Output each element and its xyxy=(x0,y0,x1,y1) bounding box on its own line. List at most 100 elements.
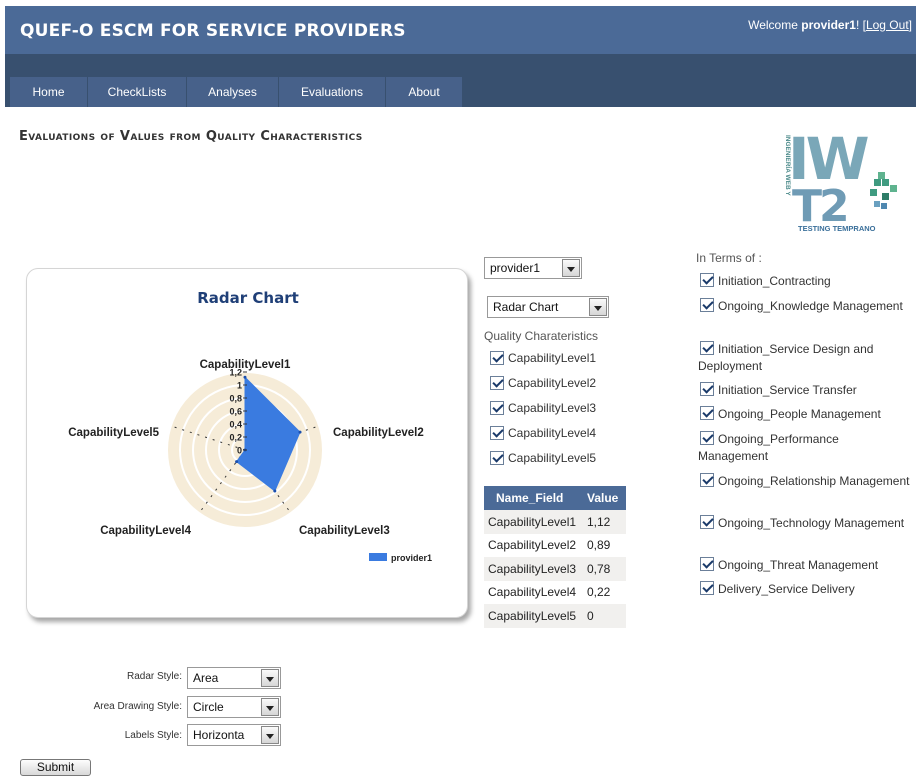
area-drawing-style-label: Area Drawing Style: xyxy=(93,701,182,712)
checkbox[interactable] xyxy=(700,431,714,445)
radar-axis-label: CapabilityLevel1 xyxy=(200,359,291,371)
logo-bottom-text: TESTING TEMPRANO xyxy=(798,224,876,233)
checkbox[interactable] xyxy=(490,451,504,465)
terms-checkbox-label: Delivery_Service Delivery xyxy=(718,582,855,596)
terms-checkbox-row[interactable]: Delivery_Service Delivery xyxy=(698,581,910,598)
labels-style-select[interactable]: Horizonta xyxy=(187,724,281,746)
quality-checkbox-row[interactable]: CapabilityLevel1 xyxy=(490,351,596,365)
terms-checkbox-label: Ongoing_Threat Management xyxy=(718,558,879,572)
checkbox[interactable] xyxy=(490,376,504,390)
checkbox[interactable] xyxy=(490,426,504,440)
table-cell: CapabilityLevel4 xyxy=(488,585,577,600)
terms-checkbox-row[interactable]: Ongoing_Technology Management xyxy=(698,515,910,532)
nav-item-checklists[interactable]: CheckLists xyxy=(88,77,187,107)
chart-type-select[interactable]: Radar Chart xyxy=(487,296,609,318)
radar-tick-label: 0,4 xyxy=(229,420,242,430)
checkbox[interactable] xyxy=(700,515,714,529)
radar-tick-label: 0 xyxy=(237,446,242,456)
radar-style-select[interactable]: Area xyxy=(187,667,281,689)
column-header: Name_Field xyxy=(496,491,564,505)
terms-checkbox-row[interactable]: Initiation_Service Design and Deployment xyxy=(698,341,910,375)
checkbox[interactable] xyxy=(490,351,504,365)
checkbox[interactable] xyxy=(700,298,714,312)
radar-data-point xyxy=(243,375,247,379)
radar-chart-panel: Radar Chart 0 0,2 0,4 0,6 0,8 1 1,2 Capability… xyxy=(26,268,468,618)
iwt2-logo: INGENIERÍA WEB Y IW T2 TESTING TEMPRANO xyxy=(784,127,897,233)
username: provider1 xyxy=(801,18,856,32)
checkbox[interactable] xyxy=(490,401,504,415)
terms-checkbox-row[interactable]: Initiation_Contracting xyxy=(700,273,912,290)
nav-item-evaluations[interactable]: Evaluations xyxy=(279,77,386,107)
terms-checkbox-row[interactable]: Ongoing_People Management xyxy=(698,406,910,423)
chevron-down-icon xyxy=(261,726,279,744)
table-row: CapabilityLevel3 0,78 xyxy=(484,557,626,581)
terms-checkbox-row[interactable]: Initiation_Service Transfer xyxy=(698,382,910,399)
quality-checkbox-label: CapabilityLevel4 xyxy=(508,426,597,440)
chevron-down-icon xyxy=(562,259,580,277)
terms-checkbox-label: Ongoing_People Management xyxy=(718,407,881,421)
radar-data-point xyxy=(273,489,277,493)
provider-select[interactable]: provider1 xyxy=(484,257,582,279)
checkbox[interactable] xyxy=(700,557,714,571)
values-table: Name_Field Value CapabilityLevel1 1,12 Ca… xyxy=(484,486,626,628)
table-cell: CapabilityLevel5 xyxy=(488,608,577,623)
terms-checkbox-row[interactable]: Ongoing_Relationship Management xyxy=(698,473,910,490)
table-cell: CapabilityLevel3 xyxy=(488,561,577,576)
welcome-prefix: Welcome xyxy=(748,18,802,32)
table-cell: 0,89 xyxy=(587,538,611,553)
quality-checkbox-row[interactable]: CapabilityLevel2 xyxy=(490,376,596,390)
chart-type-select-value: Radar Chart xyxy=(493,300,559,314)
radar-style-label: Radar Style: xyxy=(126,671,182,682)
terms-checkbox-label: Ongoing_Technology Management xyxy=(718,516,905,530)
quality-checkbox-row[interactable]: CapabilityLevel4 xyxy=(490,426,596,440)
page-title: Evaluations of Values from Quality Chara… xyxy=(19,129,363,144)
checkbox[interactable] xyxy=(700,273,714,287)
chevron-down-icon xyxy=(261,669,279,687)
terms-checkbox-label: Initiation_Contracting xyxy=(718,274,831,288)
radar-tick-label: 1 xyxy=(237,381,242,391)
logout-link[interactable]: Log Out xyxy=(866,18,909,32)
nav-item-about[interactable]: About xyxy=(386,77,463,107)
radar-data-point xyxy=(235,460,239,464)
radar-style-value: Area xyxy=(193,671,219,685)
column-header: Value xyxy=(587,491,619,505)
terms-checkbox-row[interactable]: Ongoing_Performance Management xyxy=(698,431,910,465)
legend-label: provider1 xyxy=(391,553,432,563)
nav-item-home[interactable]: Home xyxy=(10,77,88,107)
nav-item-analyses[interactable]: Analyses xyxy=(187,77,279,107)
table-cell: CapabilityLevel2 xyxy=(488,538,577,553)
logo-cubes xyxy=(870,172,897,209)
quality-checkbox-row[interactable]: CapabilityLevel3 xyxy=(490,401,596,415)
terms-checkbox-label: Ongoing_Knowledge Management xyxy=(718,299,903,313)
terms-checkbox-row[interactable]: Ongoing_Knowledge Management xyxy=(698,298,910,315)
checkbox[interactable] xyxy=(700,341,714,355)
table-header: Name_Field Value xyxy=(484,486,626,510)
checkbox[interactable] xyxy=(700,382,714,396)
chevron-down-icon xyxy=(261,698,279,716)
quality-checkbox-label: CapabilityLevel3 xyxy=(508,401,597,415)
radar-chart: Radar Chart 00,20,40,60,811,2 Capability… xyxy=(68,289,432,563)
radar-tick-label: 0,2 xyxy=(229,433,242,443)
labels-style-label: Labels Style: xyxy=(124,730,182,741)
quality-checkbox-row[interactable]: CapabilityLevel5 xyxy=(490,451,596,465)
quality-checkbox-label: CapabilityLevel5 xyxy=(508,451,597,465)
area-drawing-style-select[interactable]: Circle xyxy=(187,696,281,718)
checkbox[interactable] xyxy=(700,406,714,420)
area-drawing-style-value: Circle xyxy=(193,700,224,714)
submit-button[interactable]: Submit xyxy=(20,759,91,776)
terms-label: In Terms of : xyxy=(696,251,762,265)
table-row: CapabilityLevel2 0,89 xyxy=(484,534,626,558)
terms-checkbox-label: Ongoing_Performance Management xyxy=(698,432,839,463)
radar-tick-label: 0,6 xyxy=(229,407,242,417)
terms-checkbox-row[interactable]: Ongoing_Threat Management xyxy=(698,557,910,574)
checkbox[interactable] xyxy=(700,473,714,487)
welcome-text: Welcome provider1! [Log Out] xyxy=(748,18,912,32)
app-header: QUEF-O ESCM FOR SERVICE PROVIDERS Welcom… xyxy=(5,6,916,54)
legend-swatch xyxy=(369,553,387,561)
terms-checkbox-label: Initiation_Service Transfer xyxy=(718,383,857,397)
terms-checkbox-label: Initiation_Service Design and Deployment xyxy=(698,342,874,373)
table-row: CapabilityLevel1 1,12 xyxy=(484,510,626,534)
checkbox[interactable] xyxy=(700,581,714,595)
quality-checkbox-label: CapabilityLevel2 xyxy=(508,376,597,390)
quality-checkbox-label: CapabilityLevel1 xyxy=(508,351,597,365)
